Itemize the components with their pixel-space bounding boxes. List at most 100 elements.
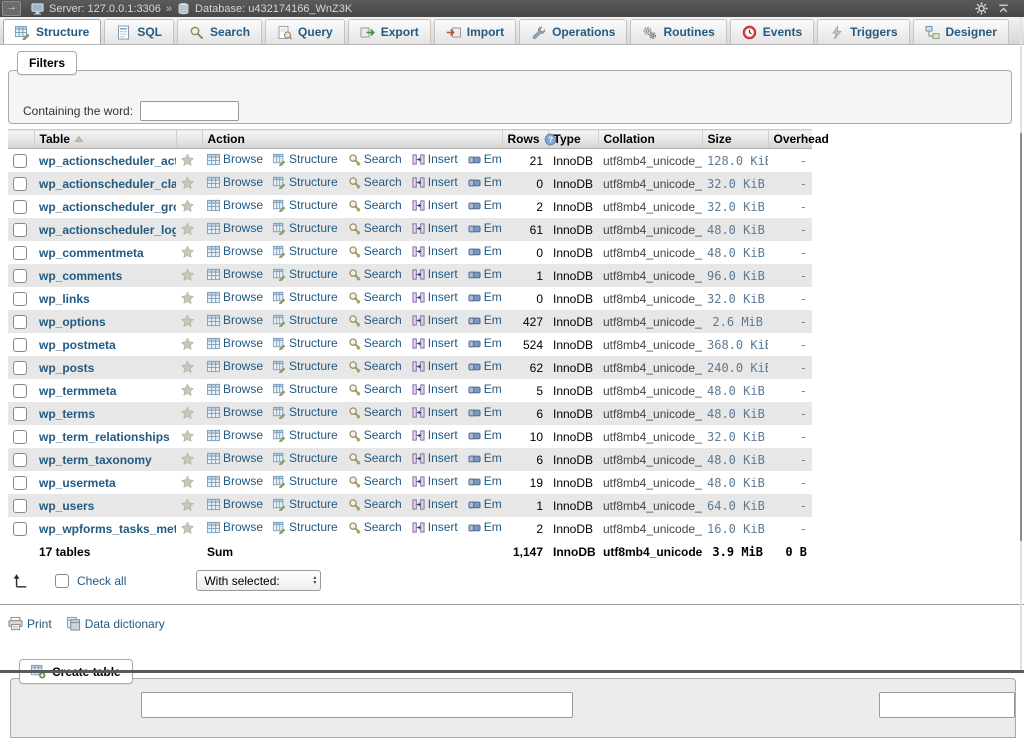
with-selected-dropdown[interactable]: With selected: ▴▾	[196, 570, 321, 591]
empty-action-link[interactable]: Empty	[468, 497, 502, 511]
browse-action-link[interactable]: Browse	[207, 313, 263, 327]
row-checkbox[interactable]	[13, 407, 27, 421]
search-action-link[interactable]: Search	[348, 267, 402, 281]
structure-action-link[interactable]: Structure	[273, 152, 338, 166]
favorite-star-icon[interactable]	[181, 222, 194, 235]
insert-action-link[interactable]: Insert	[412, 336, 458, 350]
favorite-star-icon[interactable]	[181, 291, 194, 304]
browse-action-link[interactable]: Browse	[207, 221, 263, 235]
row-checkbox[interactable]	[13, 476, 27, 490]
tab-export[interactable]: Export	[348, 19, 431, 44]
search-action-link[interactable]: Search	[348, 428, 402, 442]
tab-triggers[interactable]: Triggers	[817, 19, 909, 44]
empty-action-link[interactable]: Empty	[468, 451, 502, 465]
print-link[interactable]: Print	[8, 616, 52, 631]
browse-action-link[interactable]: Browse	[207, 474, 263, 488]
row-checkbox[interactable]	[13, 315, 27, 329]
empty-action-link[interactable]: Empty	[468, 152, 502, 166]
row-checkbox[interactable]	[13, 246, 27, 260]
table-name-link[interactable]: wp_options	[39, 315, 106, 329]
search-action-link[interactable]: Search	[348, 175, 402, 189]
table-name-link[interactable]: wp_posts	[39, 361, 94, 375]
settings-gear-icon[interactable]	[975, 2, 988, 15]
table-name-link[interactable]: wp_users	[39, 499, 94, 513]
table-name-input[interactable]	[141, 692, 573, 718]
favorite-star-icon[interactable]	[181, 429, 194, 442]
empty-action-link[interactable]: Empty	[468, 520, 502, 534]
favorite-star-icon[interactable]	[181, 176, 194, 189]
favorite-star-icon[interactable]	[181, 406, 194, 419]
browse-action-link[interactable]: Browse	[207, 244, 263, 258]
search-action-link[interactable]: Search	[348, 221, 402, 235]
table-name-link[interactable]: wp_actionscheduler_claims	[39, 177, 176, 191]
structure-action-link[interactable]: Structure	[273, 336, 338, 350]
insert-action-link[interactable]: Insert	[412, 359, 458, 373]
row-checkbox[interactable]	[13, 223, 27, 237]
browse-action-link[interactable]: Browse	[207, 497, 263, 511]
favorite-star-icon[interactable]	[181, 383, 194, 396]
search-action-link[interactable]: Search	[348, 290, 402, 304]
search-action-link[interactable]: Search	[348, 198, 402, 212]
tab-query[interactable]: Query	[265, 19, 345, 44]
insert-action-link[interactable]: Insert	[412, 313, 458, 327]
row-checkbox[interactable]	[13, 200, 27, 214]
row-checkbox[interactable]	[13, 292, 27, 306]
structure-action-link[interactable]: Structure	[273, 405, 338, 419]
collapse-topbar-icon[interactable]	[997, 2, 1010, 15]
insert-action-link[interactable]: Insert	[412, 290, 458, 304]
structure-action-link[interactable]: Structure	[273, 520, 338, 534]
insert-action-link[interactable]: Insert	[412, 428, 458, 442]
check-all-checkbox[interactable]	[55, 574, 69, 588]
data-dictionary-link[interactable]: Data dictionary	[66, 616, 165, 631]
row-checkbox[interactable]	[13, 430, 27, 444]
tab-structure[interactable]: Structure	[3, 19, 101, 44]
structure-action-link[interactable]: Structure	[273, 267, 338, 281]
scrollbar-thumb[interactable]	[1020, 133, 1022, 541]
structure-action-link[interactable]: Structure	[273, 290, 338, 304]
row-checkbox[interactable]	[13, 177, 27, 191]
empty-action-link[interactable]: Empty	[468, 359, 502, 373]
sidebar-toggle-button[interactable]: →	[2, 1, 21, 16]
insert-action-link[interactable]: Insert	[412, 267, 458, 281]
table-name-link[interactable]: wp_links	[39, 292, 90, 306]
header-size[interactable]: Size	[702, 130, 768, 149]
insert-action-link[interactable]: Insert	[412, 520, 458, 534]
header-table[interactable]: Table	[34, 130, 176, 149]
empty-action-link[interactable]: Empty	[468, 175, 502, 189]
table-name-link[interactable]: wp_comments	[39, 269, 122, 283]
insert-action-link[interactable]: Insert	[412, 382, 458, 396]
row-checkbox[interactable]	[13, 361, 27, 375]
insert-action-link[interactable]: Insert	[412, 198, 458, 212]
favorite-star-icon[interactable]	[181, 360, 194, 373]
search-action-link[interactable]: Search	[348, 520, 402, 534]
server-breadcrumb[interactable]: Server: 127.0.0.1:3306	[49, 3, 161, 15]
browse-action-link[interactable]: Browse	[207, 405, 263, 419]
search-action-link[interactable]: Search	[348, 152, 402, 166]
tab-sql[interactable]: SQL	[104, 19, 174, 44]
search-action-link[interactable]: Search	[348, 244, 402, 258]
search-action-link[interactable]: Search	[348, 405, 402, 419]
table-name-link[interactable]: wp_postmeta	[39, 338, 116, 352]
row-checkbox[interactable]	[13, 338, 27, 352]
insert-action-link[interactable]: Insert	[412, 244, 458, 258]
search-action-link[interactable]: Search	[348, 474, 402, 488]
browse-action-link[interactable]: Browse	[207, 428, 263, 442]
browse-action-link[interactable]: Browse	[207, 290, 263, 304]
header-collation[interactable]: Collation	[598, 130, 702, 149]
columns-count-input[interactable]	[879, 692, 1015, 718]
favorite-star-icon[interactable]	[181, 268, 194, 281]
tab-designer[interactable]: Designer	[913, 19, 1009, 44]
filter-word-input[interactable]	[140, 101, 239, 121]
favorite-star-icon[interactable]	[181, 153, 194, 166]
structure-action-link[interactable]: Structure	[273, 474, 338, 488]
empty-action-link[interactable]: Empty	[468, 221, 502, 235]
search-action-link[interactable]: Search	[348, 313, 402, 327]
row-checkbox[interactable]	[13, 154, 27, 168]
insert-action-link[interactable]: Insert	[412, 474, 458, 488]
browse-action-link[interactable]: Browse	[207, 198, 263, 212]
table-name-link[interactable]: wp_term_taxonomy	[39, 453, 152, 467]
structure-action-link[interactable]: Structure	[273, 451, 338, 465]
favorite-star-icon[interactable]	[181, 475, 194, 488]
search-action-link[interactable]: Search	[348, 336, 402, 350]
structure-action-link[interactable]: Structure	[273, 198, 338, 212]
